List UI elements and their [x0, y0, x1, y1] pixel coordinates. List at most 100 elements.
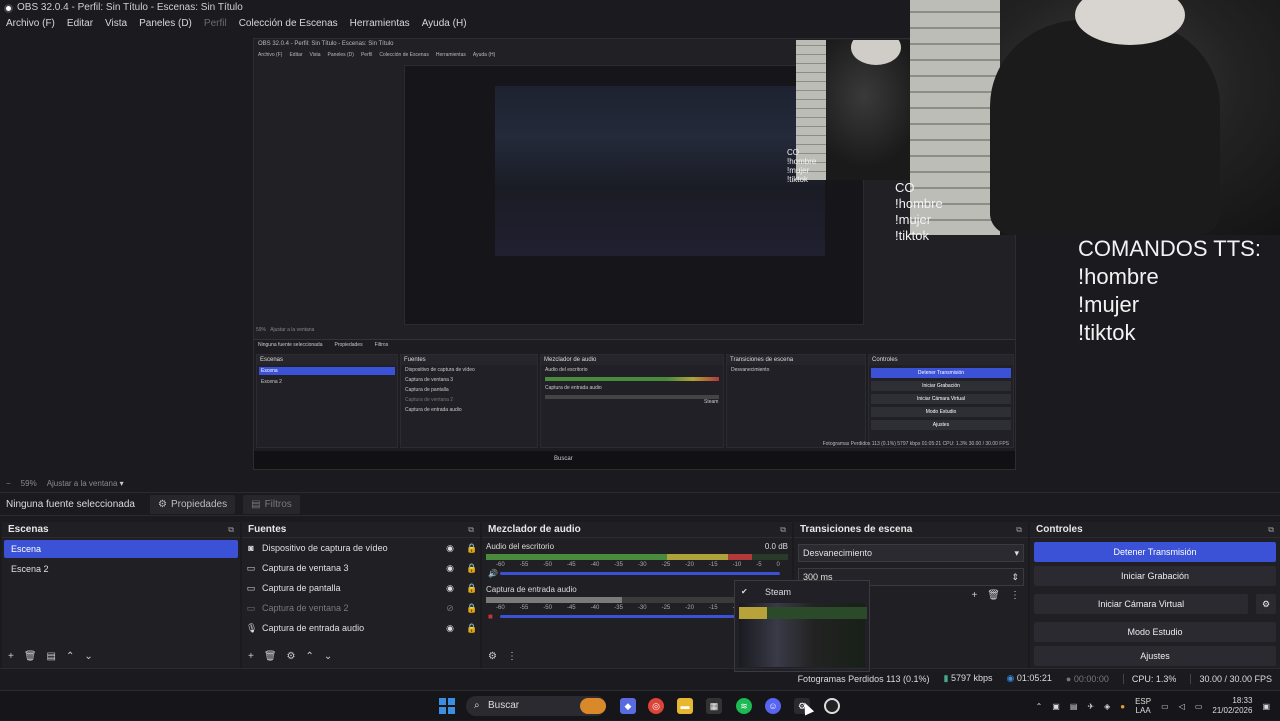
- spotify-icon[interactable]: ≋: [736, 698, 752, 714]
- steam-popup[interactable]: ✔ Steam: [734, 580, 870, 672]
- tts-overlay-small: CO !hombre !mujer !tiktok: [895, 180, 943, 244]
- source-item[interactable]: ◙ Dispositivo de captura de vídeo ◉ 🔒: [242, 538, 480, 558]
- chevron-up-icon[interactable]: ⌃: [1036, 702, 1043, 711]
- mic-icon[interactable]: ●: [1120, 702, 1125, 711]
- down-icon[interactable]: ⌄: [84, 651, 92, 662]
- nested-scene-item: Escena: [259, 367, 395, 375]
- start-recording-button[interactable]: Iniciar Grabación: [1034, 566, 1276, 586]
- nested-title: OBS 32.0.4 - Perfil: Sin Título - Escena…: [258, 41, 394, 47]
- start-virtual-camera-button[interactable]: Iniciar Cámara Virtual: [1034, 594, 1248, 614]
- lock-icon[interactable]: 🔒: [464, 543, 480, 554]
- source-item[interactable]: 🎙 Captura de entrada audio ◉ 🔒: [242, 618, 480, 638]
- popout-icon[interactable]: ⧉: [1268, 522, 1274, 537]
- popout-icon[interactable]: ⧉: [468, 522, 474, 537]
- filters-button[interactable]: ▤ Filtros: [243, 494, 300, 514]
- menu-archivo[interactable]: Archivo (F): [6, 16, 55, 32]
- gear-icon[interactable]: ⚙: [488, 651, 497, 662]
- zoom-level[interactable]: 59%: [21, 479, 37, 488]
- eye-hidden-icon[interactable]: ⊘: [442, 603, 458, 614]
- menu-herramientas[interactable]: Herramientas: [350, 16, 410, 32]
- zoom-fit-label: Ajustar a la ventana: [46, 478, 118, 488]
- properties-button[interactable]: ⚙ Propiedades: [150, 494, 236, 514]
- tts-tiny-cmd: !hombre: [787, 157, 817, 166]
- copilot-icon[interactable]: ◆: [620, 698, 636, 714]
- up-icon[interactable]: ⌃: [66, 651, 74, 662]
- filter-icon[interactable]: ▤: [47, 651, 56, 662]
- trash-icon[interactable]: 🗑: [987, 590, 1000, 601]
- up-icon[interactable]: ⌃: [306, 651, 314, 662]
- add-icon[interactable]: +: [8, 651, 14, 662]
- eye-icon[interactable]: ◉: [442, 543, 458, 554]
- eye-icon[interactable]: ◉: [442, 563, 458, 574]
- trash-icon[interactable]: 🗑: [24, 651, 37, 662]
- popout-icon[interactable]: ⧉: [780, 522, 786, 537]
- volume-slider[interactable]: [500, 572, 780, 575]
- menu-ayuda[interactable]: Ayuda (H): [422, 16, 467, 32]
- zoom-minus-icon[interactable]: −: [6, 479, 11, 488]
- scene-item-escena[interactable]: Escena: [4, 540, 238, 558]
- lock-icon[interactable]: 🔒: [464, 603, 480, 614]
- chrome-icon[interactable]: ◎: [648, 698, 664, 714]
- tick: -35: [614, 605, 623, 611]
- trash-icon[interactable]: 🗑: [264, 651, 277, 662]
- battery-icon[interactable]: ▭: [1195, 702, 1203, 711]
- tray-app-icon[interactable]: ▤: [1070, 702, 1078, 711]
- store-icon[interactable]: ▦: [706, 698, 722, 714]
- popout-icon[interactable]: ⧉: [228, 522, 234, 537]
- tray-app-icon[interactable]: ✈: [1087, 702, 1094, 711]
- tick: -15: [708, 605, 718, 611]
- eye-icon[interactable]: ◉: [442, 583, 458, 594]
- add-icon[interactable]: +: [248, 651, 254, 662]
- network-icon[interactable]: ▭: [1161, 702, 1169, 711]
- scene-item-escena-2[interactable]: Escena 2: [4, 560, 238, 578]
- source-item[interactable]: ▭ Captura de pantalla ◉ 🔒: [242, 578, 480, 598]
- volume-icon[interactable]: ◁: [1179, 702, 1185, 711]
- controls-dock: Controles ⧉ Detener Transmisión Iniciar G…: [1030, 522, 1280, 668]
- add-icon[interactable]: +: [971, 590, 977, 601]
- lock-icon[interactable]: 🔒: [464, 583, 480, 594]
- settings-button[interactable]: Ajustes: [1034, 646, 1276, 666]
- eye-icon[interactable]: ◉: [442, 623, 458, 634]
- source-item[interactable]: ▭ Captura de ventana 3 ◉ 🔒: [242, 558, 480, 578]
- notification-icon[interactable]: ▣: [1262, 702, 1270, 711]
- clock[interactable]: 18:33 21/02/2026: [1212, 696, 1252, 716]
- language-indicator[interactable]: ESP LAA: [1135, 697, 1151, 715]
- speaker-icon[interactable]: 🔊: [488, 569, 498, 578]
- mixer-footer: ⚙ ⋮: [488, 651, 517, 662]
- tts-overlay-tiny: CO !hombre !mujer !tiktok: [787, 148, 816, 184]
- nested-source-item: Captura de entrada audio: [405, 407, 462, 413]
- folder-icon[interactable]: ▬: [677, 698, 693, 714]
- studio-mode-button[interactable]: Modo Estudio: [1034, 622, 1276, 642]
- source-item[interactable]: ▭ Captura de ventana 2 ⊘ 🔒: [242, 598, 480, 618]
- camera-icon: ◙: [248, 543, 254, 553]
- transition-select[interactable]: Desvanecimiento ▾: [798, 544, 1024, 562]
- more-icon[interactable]: ⋮: [507, 651, 517, 662]
- zoom-fit-select[interactable]: Ajustar a la ventana ▾: [47, 479, 124, 488]
- gear-icon[interactable]: ⚙: [1256, 594, 1276, 614]
- stop-streaming-button[interactable]: Detener Transmisión: [1034, 542, 1276, 562]
- menu-vista[interactable]: Vista: [105, 16, 127, 32]
- down-icon[interactable]: ⌄: [324, 651, 332, 662]
- menu-perfil[interactable]: Perfil: [204, 16, 227, 32]
- lock-icon[interactable]: 🔒: [464, 623, 480, 634]
- menu-paneles[interactable]: Paneles (D): [139, 16, 192, 32]
- popout-icon[interactable]: ⧉: [1016, 522, 1022, 537]
- tray-app-icon[interactable]: ▣: [1052, 702, 1060, 711]
- tts-small-cmd: !tiktok: [895, 228, 929, 243]
- nested-no-source: Ninguna fuente seleccionada: [258, 342, 323, 348]
- more-icon[interactable]: ⋮: [1010, 590, 1020, 601]
- muted-speaker-icon[interactable]: ■: [488, 612, 493, 621]
- menu-editar[interactable]: Editar: [67, 16, 93, 32]
- shield-icon[interactable]: ◈: [1104, 702, 1110, 711]
- rec-icon: ●: [1065, 673, 1072, 684]
- discord-icon[interactable]: ☺: [765, 698, 781, 714]
- window-title: OBS 32.0.4 - Perfil: Sin Título - Escena…: [17, 2, 243, 13]
- nested-source-item: Captura de ventana 2: [405, 397, 454, 403]
- windows-start-icon[interactable]: [439, 698, 455, 714]
- bread-icon[interactable]: [580, 698, 606, 714]
- obs-icon[interactable]: [824, 698, 840, 714]
- lock-icon[interactable]: 🔒: [464, 563, 480, 574]
- menu-coleccion-escenas[interactable]: Colección de Escenas: [239, 16, 338, 32]
- signal-icon: ▮: [943, 673, 949, 683]
- gear-icon[interactable]: ⚙: [287, 651, 296, 662]
